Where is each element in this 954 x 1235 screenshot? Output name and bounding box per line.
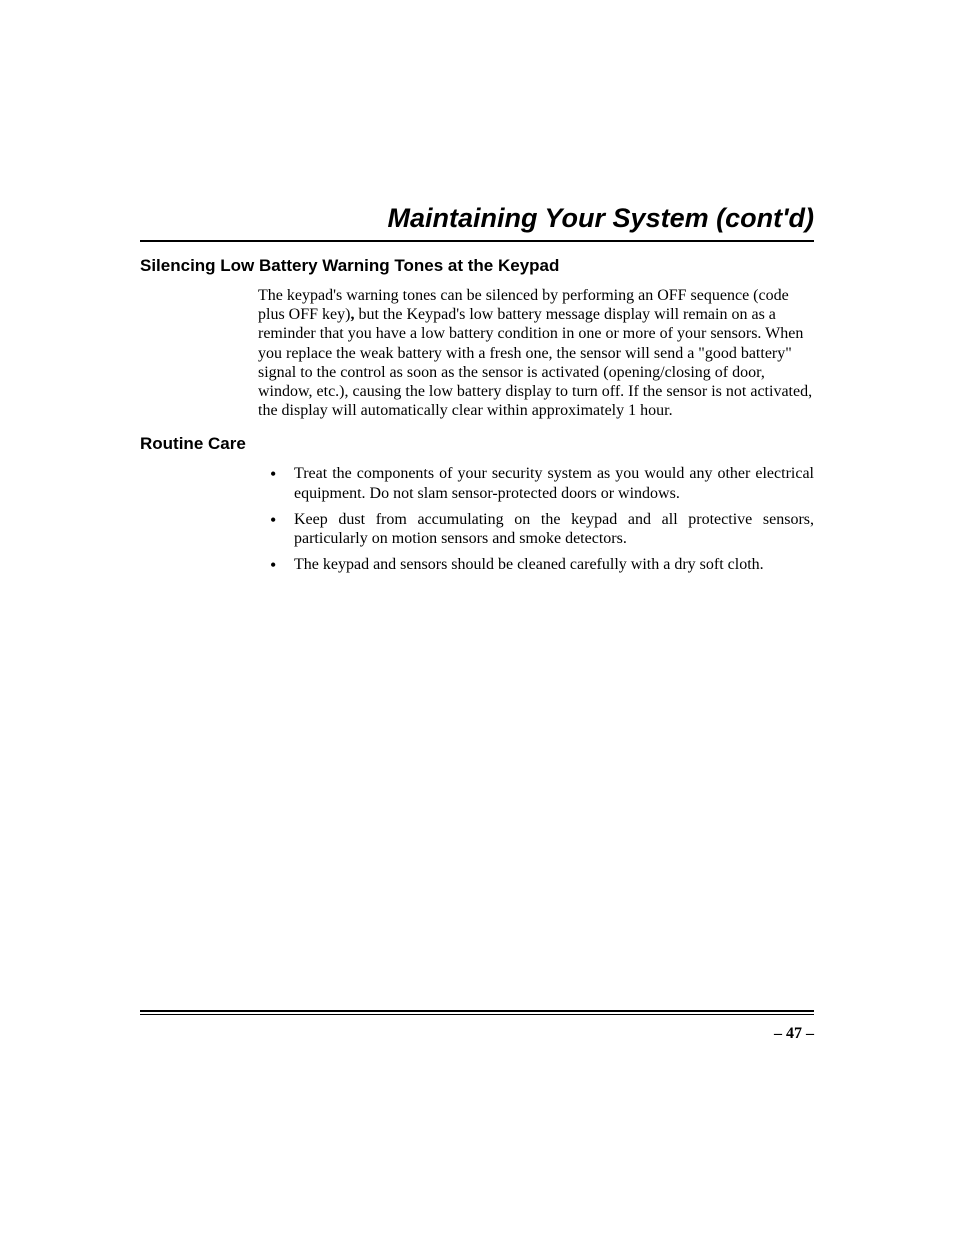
section-heading-silencing: Silencing Low Battery Warning Tones at t…	[140, 256, 814, 276]
section-heading-routine-care: Routine Care	[140, 434, 814, 454]
list-item: Keep dust from accumulating on the keypa…	[258, 510, 814, 548]
page-container: Maintaining Your System (cont'd) Silenci…	[0, 0, 954, 1235]
routine-care-list: Treat the components of your security sy…	[140, 464, 814, 574]
footer-rule-inner	[140, 1014, 814, 1015]
footer-rule	[140, 1010, 814, 1015]
list-item: The keypad and sensors should be cleaned…	[258, 555, 814, 574]
page-title: Maintaining Your System (cont'd)	[140, 203, 814, 234]
silencing-paragraph: The keypad's warning tones can be silenc…	[140, 286, 814, 420]
page-number: – 47 –	[774, 1025, 814, 1043]
title-rule	[140, 240, 814, 242]
list-item: Treat the components of your security sy…	[258, 464, 814, 502]
